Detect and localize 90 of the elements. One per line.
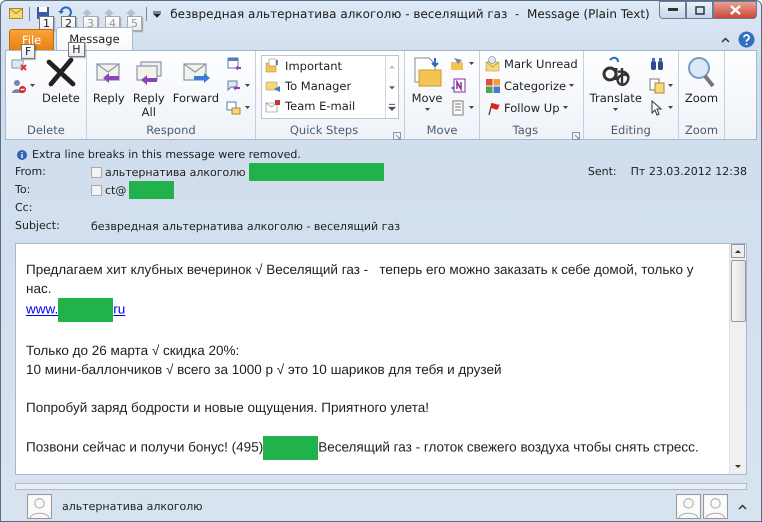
cursor-icon: [648, 100, 665, 116]
ribbon-button[interactable]: Mark Unread: [483, 54, 580, 73]
person-avatar-icon: [676, 494, 701, 519]
ribbon-button[interactable]: Forward: [170, 54, 222, 123]
dropdown-arrow-icon: [569, 84, 574, 87]
field-value: ct@: [105, 184, 126, 196]
minimize-icon: [668, 8, 678, 12]
body-text: Предлагаем хит клубных вечеринок √ Веселящий газ - теперь его можно заказать к себе домой, только у нас.: [26, 262, 694, 296]
envelope-stack-icon: [226, 100, 242, 116]
group-label: Tags: [512, 123, 540, 139]
group-label: Editing: [610, 123, 652, 139]
info-message: Extra line breaks in this message were removed.: [32, 148, 301, 161]
scroll-up-icon[interactable]: [731, 244, 745, 258]
keytip: H: [68, 42, 85, 57]
dropdown-arrow-icon: [30, 84, 35, 87]
field-value: Пт 23.03.2012 12:38: [630, 164, 747, 180]
field-label: Sent:: [588, 164, 618, 180]
envelope-icon: [9, 8, 23, 19]
translate-icon: [600, 56, 632, 88]
link[interactable]: www.: [26, 302, 58, 317]
window-title: безвредная альтернатива алкоголю - веселящий газ - Message (Plain Text): [169, 6, 651, 20]
documents-icon: [648, 78, 665, 94]
collapse-ribbon-icon[interactable]: [721, 36, 730, 42]
body-text: Позвони сейчас и получи бонус! (495): [26, 440, 264, 455]
field-value: альтернатива алкоголю: [105, 166, 246, 178]
group-label: Zoom: [684, 123, 720, 139]
chat-icon: [226, 78, 242, 94]
redaction-mark: [58, 298, 114, 322]
field-label: To:: [15, 182, 32, 198]
delete-icon: [44, 56, 77, 88]
document-list-icon: [450, 100, 466, 116]
dropdown-arrow-icon: [668, 84, 673, 87]
ribbon-button[interactable]: Reply: [90, 54, 128, 123]
person-avatar-icon: [703, 494, 728, 519]
body-text: Только до 26 марта √ скидка 20%:: [26, 343, 240, 358]
link[interactable]: ru: [113, 302, 126, 317]
dropdown-arrow-icon: [613, 108, 618, 111]
dropdown-arrow-icon: [668, 106, 673, 109]
ribbon-button[interactable]: Translate: [586, 54, 645, 123]
scrollbar-thumb[interactable]: [730, 260, 746, 322]
envelope-icon: [265, 98, 282, 114]
dropdown-arrow-icon: [469, 62, 474, 65]
binoculars-icon: [648, 56, 665, 72]
group-label: Move: [426, 123, 458, 139]
group-label: Quick Steps: [288, 123, 360, 139]
redaction-mark: [263, 436, 318, 460]
ribbon-button[interactable]: Reply All: [130, 54, 168, 123]
close-icon: [730, 5, 740, 15]
ribbon-button[interactable]: Move: [408, 54, 446, 123]
customize-toolbar-icon[interactable]: [153, 10, 161, 18]
field-label: From:: [15, 164, 47, 180]
maximize-icon: [694, 6, 704, 14]
ribbon-button[interactable]: Zoom: [682, 54, 722, 123]
ribbon-button[interactable]: Categorize: [483, 76, 580, 95]
close-button[interactable]: [713, 1, 757, 19]
body-text: 10 мини-баллончиков √ всего за 1000 р √ это 10 шариков для тебя и друзей: [26, 362, 502, 377]
color-grid-icon: [485, 78, 502, 94]
info-icon: [17, 150, 27, 160]
help-icon[interactable]: [738, 31, 755, 48]
calendar-icon: [226, 56, 242, 72]
checkbox[interactable]: [91, 184, 102, 196]
field-label: Subject:: [15, 218, 61, 234]
ribbon-button[interactable]: Delete: [39, 54, 83, 123]
person-avatar-icon: [27, 494, 52, 519]
quick-step-item[interactable]: To Manager: [262, 76, 386, 96]
checkbox[interactable]: [91, 166, 102, 178]
group-label: Delete: [26, 123, 66, 139]
quick-step-item[interactable]: Important: [262, 56, 386, 76]
expand-icon[interactable]: [738, 504, 747, 510]
envelope-icon: [485, 56, 502, 72]
dropdown-arrow-icon: [424, 108, 430, 111]
dropdown-arrow-icon: [562, 106, 568, 109]
keytip: 5: [127, 16, 142, 30]
field-value: безвредная альтернатива алкоголю - веселящий газ: [91, 220, 400, 232]
person-block-icon: [11, 78, 27, 94]
group-label: Respond: [145, 123, 197, 139]
dropdown-arrow-icon: [469, 106, 474, 109]
body-text: Попробуй заряд бодрости и новые ощущения. Приятного улета!: [26, 400, 430, 415]
onenote-icon: [450, 78, 466, 94]
quick-step-item[interactable]: Team E-mail: [262, 96, 386, 116]
field-label: Cc:: [15, 200, 34, 216]
dropdown-arrow-icon: [245, 84, 250, 87]
ribbon-button[interactable]: Follow Up: [483, 98, 580, 117]
keytip: F: [21, 44, 36, 59]
body-text: Веселящий газ - глоток свежего воздуха чтобы снять стресс.: [318, 440, 699, 455]
person-name: альтернатива алкоголю: [62, 500, 203, 513]
maximize-button[interactable]: [686, 1, 713, 19]
minimize-button[interactable]: [659, 1, 686, 19]
dropdown-arrow-icon: [245, 106, 250, 109]
magnifier-icon: [685, 56, 718, 88]
